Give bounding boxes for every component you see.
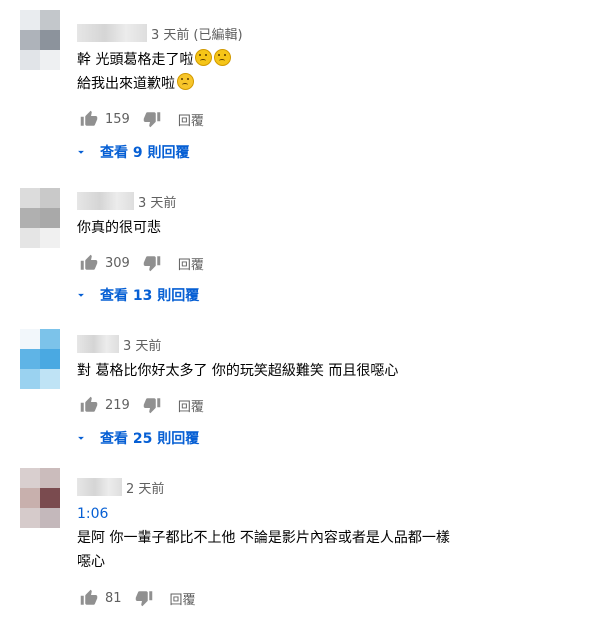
- like-count: 219: [105, 397, 130, 413]
- avatar-pixel: [20, 349, 40, 369]
- comment-actions: 309 回覆: [77, 251, 204, 275]
- avatar-pixel: [40, 208, 60, 228]
- avatar-pixel: [20, 508, 40, 528]
- avatar-pixel: [20, 369, 40, 389]
- comment-time[interactable]: 3 天前: [138, 192, 176, 211]
- avatar-pixel: [20, 468, 40, 488]
- comment-line-text: 噁心: [77, 554, 105, 570]
- avatar-pixel: [20, 10, 40, 30]
- comment-time[interactable]: 2 天前: [126, 478, 164, 497]
- avatar-pixel: [40, 30, 60, 50]
- comment-line-text: 幹 光頭葛格走了啦: [77, 52, 194, 68]
- avatar-pixel: [20, 329, 40, 349]
- view-replies-label: 查看 13 則回覆: [100, 288, 200, 304]
- comment-line: 幹 光頭葛格走了啦: [77, 48, 232, 72]
- comment-time[interactable]: 3 天前: [151, 24, 189, 43]
- comment-text: 幹 光頭葛格走了啦 給我出來道歉啦: [77, 48, 232, 96]
- thumbs-up-icon[interactable]: [77, 586, 101, 610]
- avatar-pixel: [20, 228, 40, 248]
- avatar-pixel: [40, 188, 60, 208]
- author-name-blurred[interactable]: [77, 478, 122, 496]
- comment-actions: 219 回覆: [77, 393, 204, 417]
- caret-down-icon: [78, 150, 84, 154]
- crying-face-emoji: [177, 73, 194, 90]
- view-replies-button[interactable]: 查看 13 則回覆: [74, 284, 199, 306]
- thumbs-down-icon[interactable]: [140, 251, 164, 275]
- thumbs-down-icon[interactable]: [140, 107, 164, 131]
- comment-header: 3 天前 (已編輯): [77, 23, 243, 43]
- avatar-pixel: [20, 208, 40, 228]
- avatar-pixel: [40, 508, 60, 528]
- like-count: 81: [105, 590, 122, 606]
- comment-line: 對 葛格比你好太多了 你的玩笑超級難笑 而且很噁心: [77, 359, 398, 383]
- avatar-pixel: [40, 488, 60, 508]
- comment-header: 2 天前: [77, 477, 164, 497]
- thumbs-down-icon[interactable]: [132, 586, 156, 610]
- reply-button[interactable]: 回覆: [178, 396, 204, 415]
- edited-label: (已編輯): [193, 27, 243, 43]
- worried-face-emoji: [214, 49, 232, 66]
- comment-line-text: 給我出來道歉啦: [77, 76, 175, 92]
- comment-line: 你真的很可悲: [77, 216, 161, 240]
- comment-header: 3 天前: [77, 191, 176, 211]
- worried-face-emoji: [195, 49, 213, 66]
- view-replies-button[interactable]: 查看 9 則回覆: [74, 141, 190, 163]
- view-replies-button[interactable]: 查看 25 則回覆: [74, 427, 199, 449]
- avatar-pixel: [20, 30, 40, 50]
- comment-header: 3 天前: [77, 334, 161, 354]
- thumbs-up-icon[interactable]: [77, 251, 101, 275]
- avatar-pixel: [20, 50, 40, 70]
- avatar[interactable]: [20, 188, 60, 248]
- avatar-pixel: [40, 468, 60, 488]
- avatar-pixel: [20, 188, 40, 208]
- thumbs-down-icon[interactable]: [140, 393, 164, 417]
- comment-line: 是阿 你一輩子都比不上他 不論是影片內容或者是人品都一樣: [77, 526, 450, 550]
- avatar-pixel: [40, 228, 60, 248]
- like-count: 309: [105, 255, 130, 271]
- view-replies-label: 查看 9 則回覆: [100, 145, 190, 161]
- caret-down-icon: [78, 436, 84, 440]
- timestamp-link[interactable]: 1:06: [77, 506, 108, 522]
- comment-line: 1:06: [77, 502, 450, 526]
- avatar[interactable]: [20, 468, 60, 528]
- comment-line-text: 對 葛格比你好太多了 你的玩笑超級難笑 而且很噁心: [77, 363, 399, 379]
- avatar-pixel: [40, 10, 60, 30]
- view-replies-label: 查看 25 則回覆: [100, 431, 200, 447]
- avatar[interactable]: [20, 10, 60, 70]
- caret-down-icon: [78, 293, 84, 297]
- comment-line-text: 是阿 你一輩子都比不上他 不論是影片內容或者是人品都一樣: [77, 530, 450, 546]
- comment-line: 給我出來道歉啦: [77, 72, 231, 96]
- comment-time[interactable]: 3 天前: [123, 335, 161, 354]
- avatar-pixel: [40, 369, 60, 389]
- avatar-pixel: [20, 488, 40, 508]
- comment-actions: 159 回覆: [77, 107, 204, 131]
- thumbs-up-icon[interactable]: [77, 393, 101, 417]
- reply-button[interactable]: 回覆: [170, 589, 196, 608]
- avatar-pixel: [40, 349, 60, 369]
- comment-text: 1:06 是阿 你一輩子都比不上他 不論是影片內容或者是人品都一樣 噁心: [77, 502, 450, 574]
- avatar-pixel: [40, 329, 60, 349]
- comment-text: 你真的很可悲: [77, 216, 161, 240]
- like-count: 159: [105, 111, 130, 127]
- avatar[interactable]: [20, 329, 60, 389]
- avatar-pixel: [40, 50, 60, 70]
- author-name-blurred[interactable]: [77, 24, 147, 42]
- comment-line-text: 你真的很可悲: [77, 220, 161, 236]
- comment-line: 噁心: [77, 550, 450, 574]
- author-name-blurred[interactable]: [77, 192, 134, 210]
- reply-button[interactable]: 回覆: [178, 254, 204, 273]
- author-name-blurred[interactable]: [77, 335, 119, 353]
- comment-actions: 81 回覆: [77, 586, 196, 610]
- comment-text: 對 葛格比你好太多了 你的玩笑超級難笑 而且很噁心: [77, 359, 398, 383]
- thumbs-up-icon[interactable]: [77, 107, 101, 131]
- reply-button[interactable]: 回覆: [178, 110, 204, 129]
